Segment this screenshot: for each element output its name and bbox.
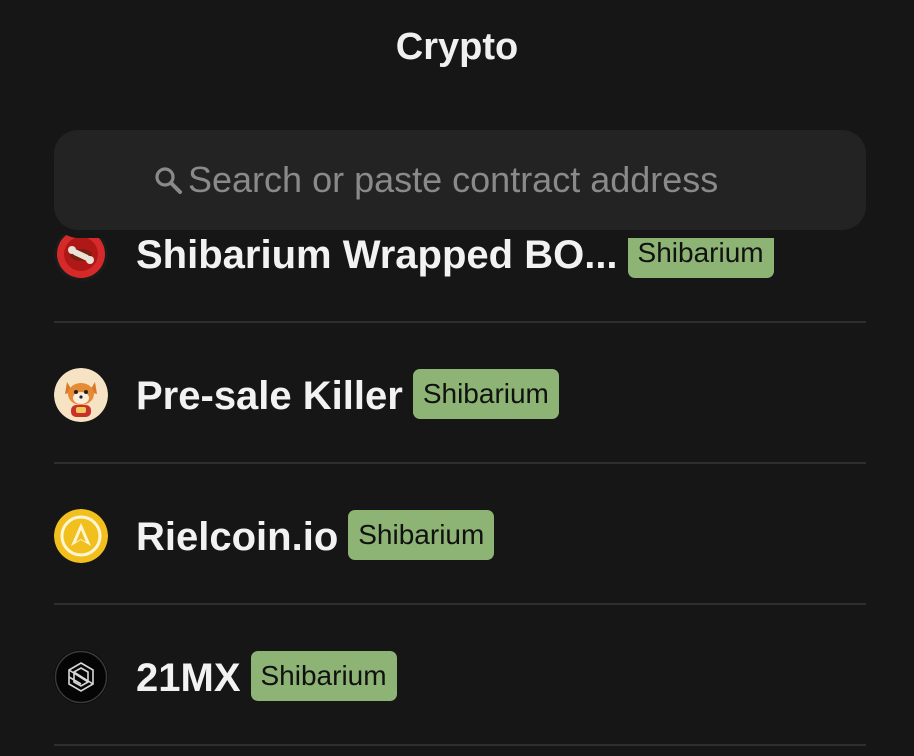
token-name: Shibarium Wrapped BO...	[136, 233, 618, 277]
rielcoin-icon	[54, 509, 108, 563]
token-row[interactable]: 21MX Shibarium	[54, 605, 866, 746]
token-name-row: 21MX Shibarium	[136, 651, 397, 704]
token-name: 21MX	[136, 656, 241, 700]
token-list: Shibarium Wrapped BO... Shibarium Pre-sa…	[54, 226, 866, 756]
network-badge: Shibarium	[250, 651, 397, 701]
token-row[interactable]: Rielcoin.io Shibarium	[54, 464, 866, 605]
network-badge: Shibarium	[627, 228, 774, 278]
token-name: Pre-sale Killer	[136, 374, 403, 418]
crypto-screen: Crypto Search or paste contract address …	[0, 0, 914, 756]
search-bar[interactable]	[54, 130, 866, 230]
token-name: Rielcoin.io	[136, 515, 339, 559]
token-row[interactable]: Pre-sale Killer Shibarium	[54, 323, 866, 464]
network-badge: Shibarium	[348, 510, 495, 560]
token-name-row: Pre-sale Killer Shibarium	[136, 369, 559, 422]
search-input[interactable]	[188, 159, 768, 201]
network-badge: Shibarium	[412, 369, 559, 419]
header-bar: Crypto	[0, 0, 914, 130]
search-icon	[155, 167, 182, 194]
bone-icon	[54, 227, 108, 281]
token-name-row: Rielcoin.io Shibarium	[136, 510, 495, 563]
token-name-row: Shibarium Wrapped BO... Shibarium	[136, 228, 774, 281]
21mx-icon	[54, 650, 108, 704]
shiba-avatar-icon	[54, 368, 108, 422]
page-title: Crypto	[395, 26, 519, 68]
